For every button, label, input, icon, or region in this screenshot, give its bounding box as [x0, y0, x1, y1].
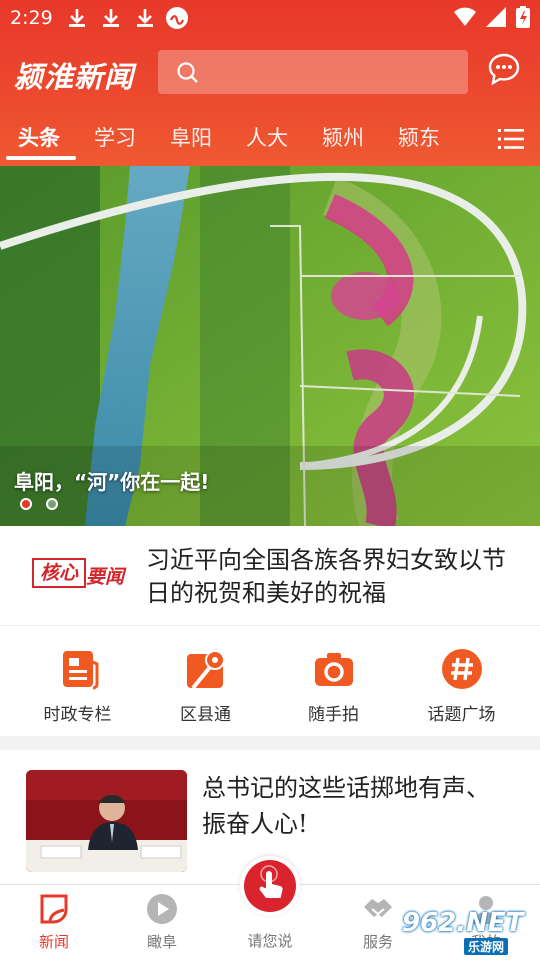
map-pin-icon: [187, 650, 225, 690]
tab-headline[interactable]: 头条: [18, 122, 60, 152]
channel-menu-icon[interactable]: [498, 128, 524, 150]
news-icon: [40, 894, 68, 924]
nav-news[interactable]: 新闻: [0, 885, 108, 960]
status-bar: 2:29: [0, 0, 540, 38]
banner-carousel[interactable]: 阜阳，“河”你在一起!: [0, 166, 540, 526]
channel-tabs: 头条 学习 阜阳 人大 颍州 颍东: [0, 116, 540, 166]
active-tab-indicator: [6, 156, 76, 160]
quick-entry-label: 区县通: [180, 705, 231, 725]
news-title: 总书记的这些话掷地有声、振奋人心!: [202, 774, 490, 838]
download-icon: [69, 9, 85, 27]
watermark-text: 962.NET: [402, 908, 524, 938]
app-notification-icon: [166, 7, 188, 29]
quick-entry-label: 随手拍: [308, 705, 359, 725]
quick-entry-snapshot[interactable]: 随手拍: [266, 628, 401, 736]
core-news-card[interactable]: 核心 要闻 习近平向全国各族各界妇女致以节日的祝贺和美好的祝福: [0, 526, 540, 626]
battery-icon: [516, 6, 530, 28]
speak-label: 请您说: [247, 932, 293, 950]
nav-label: 瞰阜: [146, 933, 177, 951]
tab-renda[interactable]: 人大: [246, 122, 288, 152]
download-icon: [103, 9, 119, 27]
tab-yingzhou[interactable]: 颍州: [322, 122, 364, 152]
camera-icon: [315, 653, 353, 686]
badge-box: 核心: [32, 558, 86, 588]
download-icon: [137, 9, 153, 27]
status-time: 2:29: [10, 7, 53, 29]
tab-study[interactable]: 学习: [94, 122, 136, 152]
app-logo: 颍淮新闻: [14, 60, 135, 94]
carousel-dot: [46, 498, 58, 510]
core-news-title: 习近平向全国各族各界妇女致以节日的祝贺和美好的祝福: [146, 546, 506, 607]
tab-yingdong[interactable]: 颍东: [398, 122, 440, 152]
quick-entries: 时政专栏 区县通 随手拍 话题广场: [0, 628, 540, 736]
speak-button-circle: [244, 860, 296, 912]
quick-entry-topics[interactable]: 话题广场: [394, 628, 529, 736]
carousel-dot-active: [20, 498, 32, 510]
message-icon[interactable]: [487, 52, 521, 86]
quick-entry-politics[interactable]: 时政专栏: [10, 628, 145, 736]
banner-caption: 阜阳，“河”你在一起!: [14, 470, 210, 494]
speak-button[interactable]: [240, 856, 300, 916]
tab-fuyang[interactable]: 阜阳: [170, 122, 212, 152]
quick-entry-label: 时政专栏: [43, 705, 112, 725]
quick-entry-districts[interactable]: 区县通: [138, 628, 273, 736]
watermark: 962.NET 乐游网: [402, 908, 536, 955]
app-header: 2:29 颍淮新闻 头条 学习 阜阳 人大 颍州 颍东: [0, 0, 540, 166]
handshake-icon: [364, 899, 392, 917]
badge-text: 要闻: [86, 566, 125, 588]
hashtag-icon: [442, 649, 482, 689]
play-icon: [147, 894, 177, 924]
status-icons: [454, 6, 530, 28]
nav-label: 新闻: [38, 933, 69, 951]
news-thumbnail-image: [26, 770, 187, 872]
watermark-sub: 乐游网: [464, 938, 509, 955]
document-icon: [63, 651, 99, 690]
core-news-badge: 核心 要闻: [28, 556, 132, 592]
wifi-icon: [454, 7, 476, 26]
search-icon: [177, 62, 198, 83]
quick-entry-label: 话题广场: [427, 705, 496, 725]
nav-kanfu[interactable]: 瞰阜: [108, 885, 216, 960]
signal-icon: [486, 7, 506, 27]
search-input[interactable]: [158, 50, 468, 94]
section-divider: [0, 736, 540, 750]
tap-hand-icon: [259, 865, 283, 898]
news-thumbnail: [26, 770, 187, 872]
